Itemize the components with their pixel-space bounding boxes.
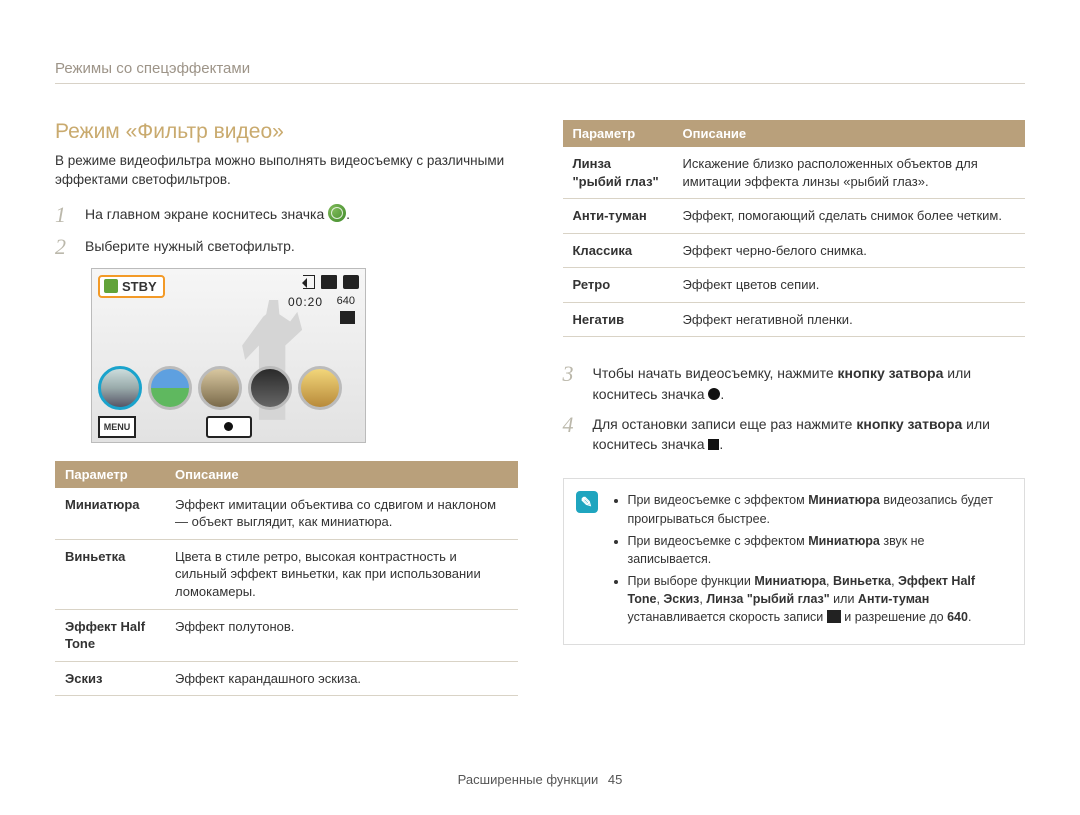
step-1: 1 На главном экране коснитесь значка . xyxy=(55,204,518,226)
menu-button[interactable]: MENU xyxy=(98,416,136,438)
table-row: Линза "рыбий глаз"Искажение близко распо… xyxy=(563,147,1026,199)
battery-icon xyxy=(343,275,359,289)
stop-icon xyxy=(708,439,719,450)
info-icon: ✎ xyxy=(576,491,598,513)
step-3: 3 Чтобы начать видеосъемку, нажмите кноп… xyxy=(563,363,1026,404)
table-row: МиниатюраЭффект имитации объектива со сд… xyxy=(55,488,518,540)
framerate-icon xyxy=(340,311,355,324)
note-item: При выборе функции Миниатюра, Виньетка, … xyxy=(628,572,1011,626)
th-desc: Описание xyxy=(165,461,518,488)
step-2: 2 Выберите нужный светофильтр. xyxy=(55,236,518,258)
resolution-label: 640 xyxy=(337,295,355,307)
th-param: Параметр xyxy=(563,120,673,147)
page-number: 45 xyxy=(608,772,622,787)
record-button[interactable] xyxy=(206,416,252,438)
framerate-icon xyxy=(827,610,841,623)
table-row: ЭскизЭффект карандашного эскиза. xyxy=(55,661,518,696)
voice-icon xyxy=(321,275,337,289)
camera-preview: STBY 00:20 640 MENU xyxy=(91,268,366,443)
filter-thumb[interactable] xyxy=(148,366,192,410)
record-icon xyxy=(708,388,720,400)
step-4-post: . xyxy=(719,436,723,452)
mode-icon xyxy=(104,279,118,293)
step-4: 4 Для остановки записи еще раз нажмите к… xyxy=(563,414,1026,455)
table-row: РетроЭффект цветов сепии. xyxy=(563,268,1026,303)
table-row: КлассикаЭффект черно-белого снимка. xyxy=(563,233,1026,268)
filter-thumb[interactable] xyxy=(298,366,342,410)
intro-text: В режиме видеофильтра можно выполнять ви… xyxy=(55,152,518,190)
note-item: При видеосъемке с эффектом Миниатюра вид… xyxy=(628,491,1011,527)
step-4-bold: кнопку затвора xyxy=(856,416,962,432)
filter-thumb[interactable] xyxy=(198,366,242,410)
standby-label: STBY xyxy=(122,279,157,294)
table-row: ВиньеткаЦвета в стиле ретро, высокая кон… xyxy=(55,539,518,609)
page-footer: Расширенные функции 45 xyxy=(0,772,1080,787)
th-param: Параметр xyxy=(55,461,165,488)
standby-badge: STBY xyxy=(98,275,165,298)
step-1-text-post: . xyxy=(346,206,350,222)
th-desc: Описание xyxy=(673,120,1026,147)
filter-thumb[interactable] xyxy=(248,366,292,410)
left-column: Режим «Фильтр видео» В режиме видеофильт… xyxy=(55,120,518,696)
table-row: Эффект Half ToneЭффект полутонов. xyxy=(55,609,518,661)
video-filter-icon xyxy=(328,204,346,222)
step-number: 1 xyxy=(55,204,77,226)
step-1-text-pre: На главном экране коснитесь значка xyxy=(85,206,328,222)
step-3-bold: кнопку затвора xyxy=(838,365,944,381)
footer-section: Расширенные функции xyxy=(458,772,599,787)
step-2-text: Выберите нужный светофильтр. xyxy=(85,236,518,256)
step-3-post: . xyxy=(720,386,724,402)
table-row: Анти-туманЭффект, помогающий сделать сни… xyxy=(563,199,1026,234)
filter-carousel[interactable] xyxy=(98,366,342,410)
step-4-pre: Для остановки записи еще раз нажмите xyxy=(593,416,857,432)
step-3-pre: Чтобы начать видеосъемку, нажмите xyxy=(593,365,838,381)
filter-thumb[interactable] xyxy=(98,366,142,410)
breadcrumb: Режимы со спецэффектами xyxy=(55,60,1025,84)
mute-icon xyxy=(303,275,315,289)
param-table-left: Параметр Описание МиниатюраЭффект имитац… xyxy=(55,461,518,696)
note-box: ✎ При видеосъемке с эффектом Миниатюра в… xyxy=(563,478,1026,645)
note-item: При видеосъемке с эффектом Миниатюра зву… xyxy=(628,532,1011,568)
page-title: Режим «Фильтр видео» xyxy=(55,120,518,144)
step-number: 3 xyxy=(563,363,585,385)
step-number: 4 xyxy=(563,414,585,436)
table-row: НегативЭффект негативной пленки. xyxy=(563,302,1026,337)
right-column: Параметр Описание Линза "рыбий глаз"Иска… xyxy=(563,120,1026,696)
elapsed-time: 00:20 xyxy=(288,295,323,309)
step-number: 2 xyxy=(55,236,77,258)
param-table-right: Параметр Описание Линза "рыбий глаз"Иска… xyxy=(563,120,1026,337)
